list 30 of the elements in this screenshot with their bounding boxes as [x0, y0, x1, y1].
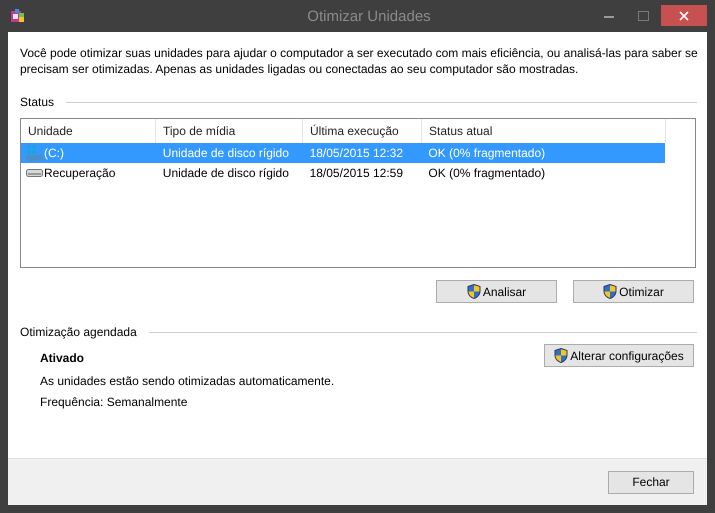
minimize-icon[interactable] [604, 14, 614, 18]
change-settings-button[interactable]: Alterar configurações [544, 344, 694, 367]
table-cell: (C:) [44, 146, 64, 160]
schedule-frequency: Frequência: Semanalmente [40, 395, 188, 409]
close-button[interactable] [661, 5, 707, 26]
system-drive-icon [26, 145, 43, 161]
window-title: Otimizar Unidades [306, 8, 432, 24]
shield-icon [466, 284, 481, 299]
shield-button[interactable]: Analisar [436, 280, 557, 303]
drive-row[interactable]: Recuperação Unidade de disco rígido 18/05/2015 12:59 OK (0% fragmentado) [21, 163, 665, 183]
maximize-icon[interactable] [638, 11, 649, 21]
shield-button[interactable]: Otimizar [573, 280, 694, 303]
table-cell-text: 18/05/2015 12:32 [308, 146, 404, 160]
close-icon [679, 10, 689, 20]
table-cell-text: OK (0% fragmentado) [427, 146, 546, 160]
app-icon [10, 8, 26, 24]
schedule-state: Ativado [40, 351, 86, 365]
drive-icon [26, 169, 43, 177]
shield-icon [554, 348, 568, 363]
section-heading: Otimização agendada [20, 325, 137, 339]
close-dialog-button[interactable]: Fechar [608, 470, 694, 494]
table-cell-text: OK (0% fragmentado) [427, 166, 546, 180]
table-cell-text: Unidade de disco rígido [162, 146, 290, 160]
table-cell-text: Unidade de disco rígido [162, 166, 290, 180]
shield-icon [603, 284, 618, 299]
table-cell-text: 18/05/2015 12:59 [308, 166, 404, 180]
intro-text: Você pode otimizar suas unidades para ajudar o computador a ser executado com mais eficiência, ou analisá-las para saber se precisam ser otimizadas. Apenas as unidades ligadas ou conectadas ao seu computador são mostradas. [20, 45, 699, 77]
schedule-description: As unidades estão sendo otimizadas automaticamente. [40, 374, 334, 388]
table-cell: Recuperação [44, 166, 116, 180]
section-heading: Status [20, 95, 54, 109]
